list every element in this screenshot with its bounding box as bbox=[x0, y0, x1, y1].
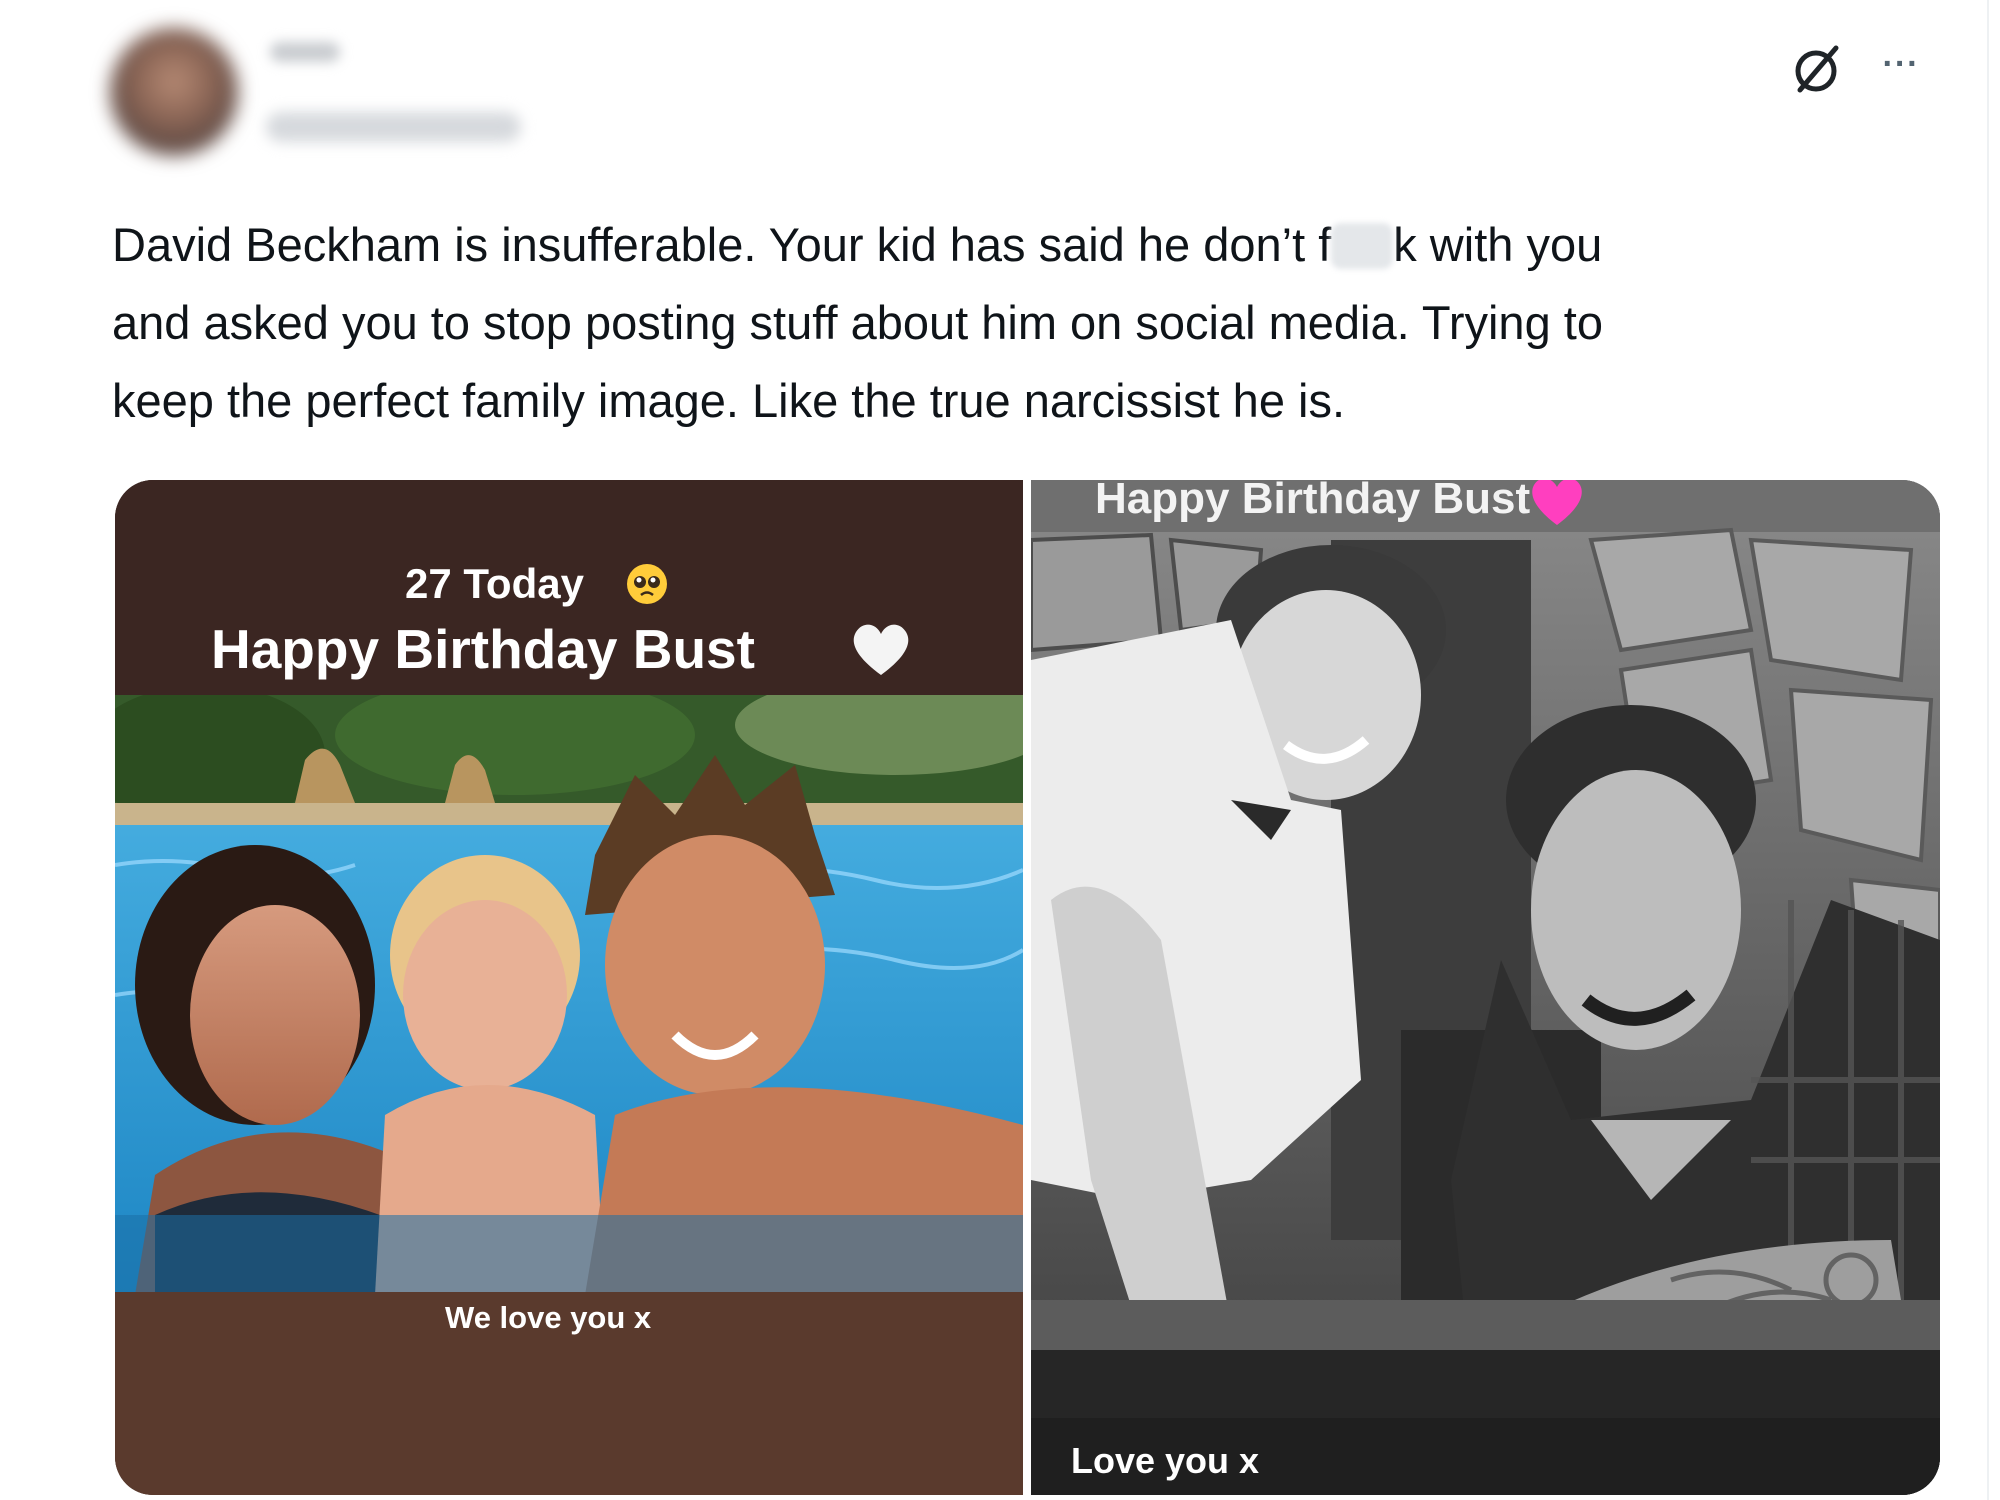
story-caption-right: Love you x bbox=[1071, 1440, 1260, 1481]
media-image-right[interactable]: Happy Birthday Bust Love you x bbox=[1031, 480, 1940, 1495]
handle-redacted[interactable] bbox=[266, 112, 521, 142]
tweet-text-line3: keep the perfect family image. Like the … bbox=[112, 374, 1346, 427]
media-image-left[interactable]: 27 Today Happy Birthday Bust We love you… bbox=[115, 480, 1023, 1495]
tweet-text: David Beckham is insufferable. Your kid … bbox=[112, 206, 1942, 440]
story-birthday-text-right: Happy Birthday Bust bbox=[1095, 480, 1531, 523]
more-icon[interactable]: ··· bbox=[1868, 44, 1934, 84]
bw-father-son-photo bbox=[1031, 480, 1940, 1495]
tweet-card[interactable]: ··· David Beckham is insufferable. Your … bbox=[0, 0, 2000, 1500]
column-border bbox=[1987, 0, 1989, 1500]
tweet-text-line2: and asked you to stop posting stuff abou… bbox=[112, 296, 1603, 349]
grok-icon[interactable] bbox=[1788, 40, 1846, 98]
avatar[interactable] bbox=[110, 28, 238, 156]
display-name-redacted[interactable] bbox=[270, 42, 340, 62]
story-birthday-text-left: Happy Birthday Bust bbox=[211, 618, 755, 680]
story-age-text: 27 Today bbox=[405, 560, 584, 607]
family-pool-photo bbox=[115, 695, 1023, 1295]
media-divider bbox=[1023, 480, 1031, 1495]
media-grid[interactable]: 27 Today Happy Birthday Bust We love you… bbox=[115, 480, 1940, 1495]
pleading-face-emoji bbox=[627, 564, 667, 604]
white-heart-emoji bbox=[853, 624, 909, 675]
story-caption-left: We love you x bbox=[445, 1300, 652, 1335]
pink-heart-emoji bbox=[1532, 480, 1582, 525]
censored-word bbox=[1331, 223, 1394, 269]
tweet-text-line1-part1: David Beckham is insufferable. Your kid … bbox=[112, 218, 1332, 271]
tweet-text-line1-part2: k with you bbox=[1393, 218, 1603, 271]
